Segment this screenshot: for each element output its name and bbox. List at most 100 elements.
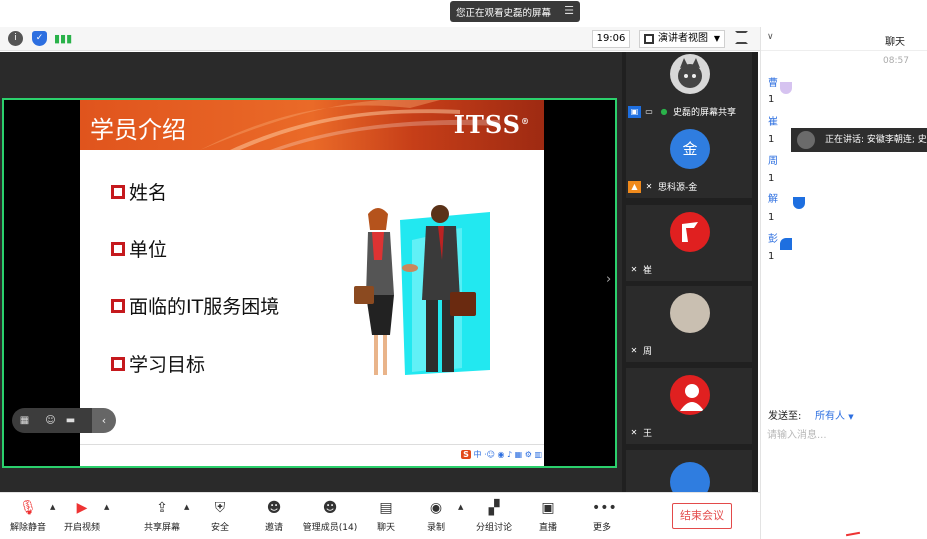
ime-toolbar[interactable]: S 中 ⋅☺ ◉ ♪ ▦ ⚙ ▥ — [461, 449, 542, 460]
chevron-up-icon[interactable]: ▲ — [458, 503, 463, 511]
screen-share-banner[interactable]: 您正在观看史磊的屏幕 ☰ — [450, 1, 580, 22]
unmute-label: 解除静音 — [9, 523, 46, 533]
chevron-up-icon[interactable]: ▲ — [184, 503, 189, 511]
emoji-icon[interactable]: ☺ — [44, 414, 57, 427]
participant-tile[interactable]: ✕ 崔 — [626, 205, 752, 281]
share-screen-icon: ⇪ — [156, 500, 168, 516]
avatar-figure-icon — [680, 384, 704, 411]
chat-title: 聊天 — [885, 37, 905, 48]
mic-muted-icon: ✕ — [630, 427, 638, 437]
send-to-label: 发送至: — [768, 411, 802, 422]
speaker-avatar — [797, 131, 815, 149]
sender-avatar — [793, 197, 805, 209]
participant-tile[interactable]: ▣ ▭ ● 史磊的屏幕共享 — [626, 52, 752, 123]
chat-sender[interactable]: 彭 — [768, 230, 778, 245]
participant-name: 崔 — [643, 266, 653, 276]
chat-header: ∨ 聊天 — [761, 27, 927, 51]
info-icon[interactable]: i — [8, 31, 23, 46]
participant-label: ✕ 周 — [628, 343, 652, 358]
chat-message: 1 — [768, 134, 775, 145]
manage-members-label: 管理成员(14) — [302, 523, 358, 533]
chat-button[interactable]: ▤ 聊天 — [368, 499, 404, 533]
shield-icon[interactable]: ✓ — [32, 31, 47, 46]
participant-list: ▣ ▭ ● 史磊的屏幕共享 金 ▲ ✕ 思科源-金 ✕ 崔 ✕ 周 ✕ 王 — [622, 52, 758, 492]
chat-sender[interactable]: 曹 — [768, 74, 778, 89]
members-icon: ☻ — [322, 500, 338, 516]
chat-panel: ∨ 聊天 08:57 曹 1 崔 1 正在讲话: 安徽李朝连; 史 周 1 解 … — [760, 27, 927, 539]
live-button[interactable]: ▣ 直播 — [530, 499, 566, 533]
mic-muted-icon: ✕ — [630, 264, 638, 274]
registered-mark: ® — [521, 116, 530, 126]
slide-title: 学员介绍 — [90, 116, 186, 144]
chevron-up-icon[interactable]: ▲ — [104, 503, 109, 511]
annotation-controls: ▦ ☺ ▬ ‹ — [12, 408, 116, 433]
chat-sender[interactable]: 解 — [768, 190, 778, 205]
video-off-icon: ▶ — [76, 500, 88, 516]
invite-button[interactable]: ☻ 邀请 — [256, 499, 292, 533]
avatar — [670, 54, 710, 94]
caption-icon[interactable]: ▬ — [64, 414, 77, 427]
chat-input-area — [761, 421, 927, 539]
participant-tile[interactable]: 金 ▲ ✕ 思科源-金 — [626, 122, 752, 198]
security-button[interactable]: ⛨ 安全 — [202, 499, 238, 533]
slide-bullet: 姓名 — [111, 178, 167, 205]
slide-bullet-text: 学习目标 — [129, 354, 206, 376]
start-video-button[interactable]: ▶ 开启视频 — [62, 499, 102, 533]
slide-bullet-text: 单位 — [129, 239, 168, 261]
meeting-timer: 19:06 — [592, 30, 630, 48]
participant-tile[interactable]: ✕ 王 — [626, 368, 752, 444]
chat-sender[interactable]: 周 — [768, 152, 778, 167]
ime-mode-label: 中 — [473, 450, 482, 459]
sogou-ime-icon: S — [461, 450, 471, 459]
participant-tile[interactable]: 方 — [626, 450, 752, 492]
chevron-up-icon[interactable]: ▲ — [50, 503, 55, 511]
view-mode-select[interactable]: 演讲者视图 ▼ — [639, 30, 725, 48]
manage-members-button[interactable]: ☻ 管理成员(14) — [302, 499, 358, 533]
more-label: 更多 — [592, 523, 611, 533]
top-strip — [0, 0, 760, 24]
more-dots-icon: ••• — [592, 500, 617, 516]
user-icon: ▲ — [628, 180, 641, 193]
screen-share-icon: ▣ — [628, 105, 641, 118]
avatar — [670, 462, 710, 492]
share-screen-button[interactable]: ⇪ 共享屏幕 — [142, 499, 182, 533]
unmute-button[interactable]: 🎙 解除静音 — [8, 499, 48, 533]
sender-avatar — [780, 238, 792, 250]
hamburger-icon[interactable]: ☰ — [564, 4, 574, 17]
participant-label: ✕ 王 — [628, 425, 652, 440]
slide-bullet-text: 姓名 — [129, 182, 168, 204]
end-meeting-button[interactable]: 结束会议 — [672, 503, 732, 529]
collapse-controls-button[interactable]: ‹ — [92, 408, 116, 433]
mic-active-icon: ● — [660, 106, 668, 116]
mic-muted-icon: ✕ — [630, 345, 638, 355]
bullet-box-icon — [111, 356, 125, 371]
chevron-down-icon[interactable]: ∨ — [767, 32, 774, 42]
record-label: 录制 — [426, 523, 445, 533]
participant-tile[interactable]: ✕ 周 — [626, 286, 752, 362]
participant-name: 史磊的屏幕共享 — [673, 108, 737, 118]
sender-avatar — [780, 82, 792, 94]
screen-share-banner-text: 您正在观看史磊的屏幕 — [456, 7, 552, 19]
more-button[interactable]: ••• 更多 — [584, 499, 620, 533]
mic-muted-icon: 🎙 — [19, 500, 37, 516]
itss-logo: ITSS® — [454, 110, 530, 139]
send-to-select[interactable]: 所有人 ▼ — [815, 407, 854, 422]
chat-input[interactable] — [767, 427, 917, 443]
invite-label: 邀请 — [264, 523, 283, 533]
signal-icon[interactable]: ▮▮▮ — [54, 31, 72, 46]
avatar — [670, 375, 710, 415]
chat-message: 1 — [768, 212, 775, 223]
fullscreen-icon[interactable] — [735, 31, 748, 44]
avatar — [670, 293, 710, 333]
chevron-right-icon[interactable]: › — [606, 272, 611, 287]
bottom-control-bar: 🎙 解除静音 ▲ ▶ 开启视频 ▲ ⇪ 共享屏幕 ▲ ⛨ 安全 ☻ 邀请 ☻ 管理成员(14… — [0, 492, 760, 539]
chat-sender[interactable]: 崔 — [768, 113, 778, 128]
slide-header: 学员介绍 ITSS® — [80, 100, 544, 150]
shield-icon: ⛨ — [214, 500, 226, 516]
record-button[interactable]: ◉ 录制 — [418, 499, 454, 533]
security-label: 安全 — [210, 523, 229, 533]
layout-icon[interactable]: ▦ — [18, 414, 31, 427]
breakout-button[interactable]: ▞ 分组讨论 — [474, 499, 514, 533]
live-stream-icon: ▣ — [541, 500, 555, 516]
breakout-label: 分组讨论 — [475, 523, 512, 533]
